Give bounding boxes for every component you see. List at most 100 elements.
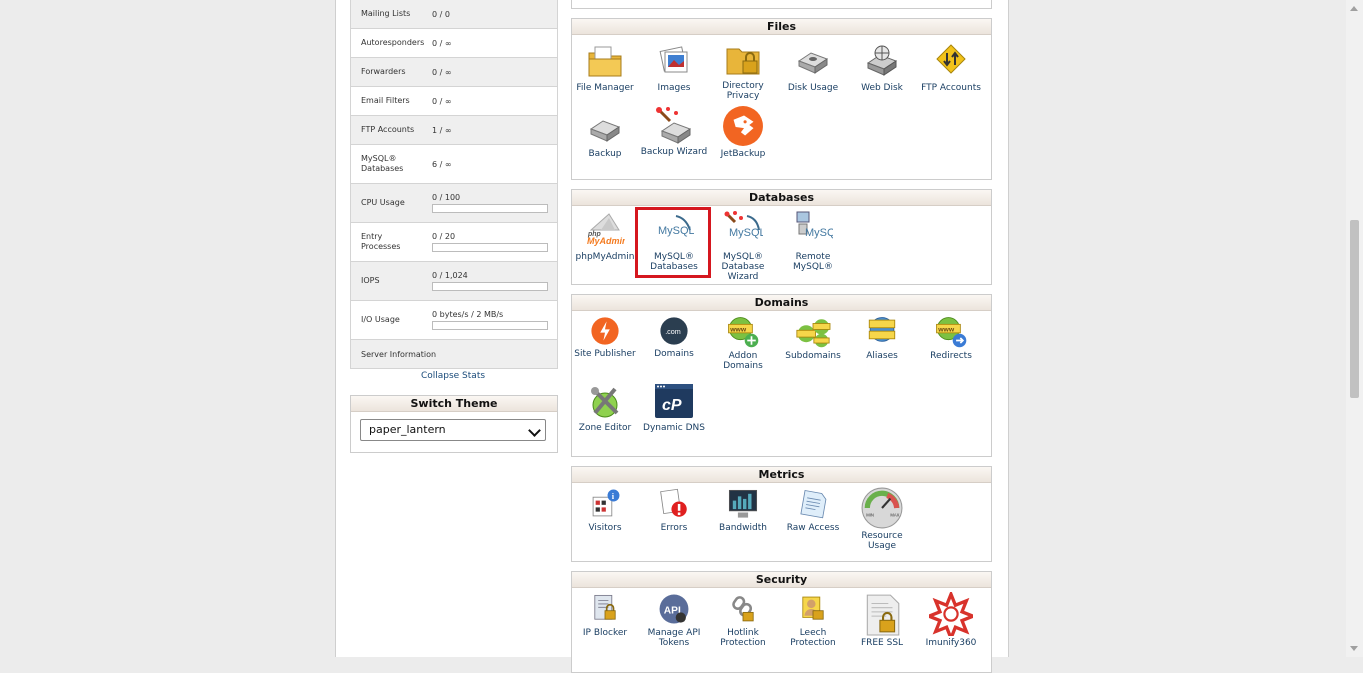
www-text: www (729, 327, 747, 334)
resource-usage-icon: MIN MAX (861, 487, 903, 529)
backup-wizard-link[interactable]: Backup Wizard (639, 105, 709, 157)
stat-label: I/O Usage (361, 315, 400, 324)
imunify360-link[interactable]: Imunify360 (916, 592, 986, 648)
item-label: MySQL® Database Wizard (721, 252, 765, 282)
visitors-link[interactable]: i Visitors (570, 487, 640, 533)
zone-editor-link[interactable]: Zone Editor (570, 381, 640, 433)
com-text: .com (665, 327, 681, 336)
item-label: Zone Editor (578, 423, 632, 433)
stat-label: CPU Usage (361, 198, 405, 207)
item-label: Hotlink Protection (720, 628, 766, 648)
item-label: Site Publisher (574, 349, 636, 359)
item-label: File Manager (576, 83, 634, 93)
web-disk-link[interactable]: Web Disk (847, 41, 917, 93)
aliases-link[interactable]: Aliases (847, 315, 917, 361)
stat-value-wrap: 0 / 100 (432, 193, 557, 213)
raw-access-icon (800, 490, 827, 519)
stats-panel: Mailing Lists 0 / 0 Autoresponders 0 / ∞… (350, 0, 558, 369)
previous-section-fragment (571, 0, 992, 9)
stat-row-mailing-lists: Mailing Lists 0 / 0 (351, 0, 557, 29)
stat-label: Email Filters (361, 96, 410, 105)
item-label: Redirects (930, 351, 972, 361)
redirects-link[interactable]: www Redirects (916, 315, 986, 361)
item-label: Dynamic DNS (643, 423, 705, 433)
page-scrollbar[interactable] (1346, 0, 1363, 657)
scroll-thumb[interactable] (1350, 220, 1359, 398)
stat-row-email-filters: Email Filters 0 / ∞ (351, 87, 557, 116)
item-label: Bandwidth (719, 523, 767, 533)
switch-theme-title: Switch Theme (351, 396, 557, 412)
mysql-text: MySQL (805, 227, 833, 239)
item-label: phpMyAdmin (575, 252, 635, 262)
backup-link[interactable]: Backup (570, 107, 640, 159)
stat-row-forwarders: Forwarders 0 / ∞ (351, 58, 557, 87)
directory-privacy-icon (726, 48, 760, 75)
mysql-database-wizard-link[interactable]: MySQL MySQL® Database Wizard (708, 210, 778, 282)
remote-mysql-icon: MySQL (796, 211, 833, 239)
free-ssl-link[interactable]: FREE SSL (847, 592, 917, 648)
aliases-icon (868, 317, 896, 342)
ip-blocker-icon (594, 594, 616, 620)
item-label: Images (657, 83, 691, 93)
remote-mysql-link[interactable]: MySQL Remote MySQL® (778, 210, 848, 272)
stat-value: 0 / ∞ (432, 96, 452, 106)
domains-link[interactable]: .com Domains (639, 315, 709, 359)
api-tokens-icon: API (659, 594, 689, 624)
item-label: Resource Usage (861, 531, 903, 551)
server-information-link[interactable]: Server Information (351, 340, 557, 368)
item-label: JetBackup (720, 149, 766, 159)
stat-value-wrap: 0 / 1,024 (432, 271, 557, 291)
mysql-databases-highlight (635, 207, 711, 278)
stat-value-wrap: 0 bytes/s / 2 MB/s (432, 310, 557, 330)
manage-api-tokens-link[interactable]: API Manage API Tokens (639, 592, 709, 648)
subdomains-link[interactable]: Subdomains (778, 315, 848, 361)
metrics-section: Metrics i Visitors Errors Bandwidth Raw … (571, 466, 992, 562)
resource-usage-link[interactable]: MIN MAX Resource Usage (847, 487, 917, 551)
collapse-stats-link[interactable]: Collapse Stats (350, 371, 556, 381)
hotlink-protection-link[interactable]: Hotlink Protection (708, 592, 778, 648)
stat-value: 0 bytes/s / 2 MB/s (432, 310, 504, 319)
addon-domains-link[interactable]: www Addon Domains (708, 315, 778, 371)
errors-icon (660, 488, 687, 517)
stat-label: FTP Accounts (361, 125, 415, 134)
web-disk-icon (866, 45, 898, 76)
disk-usage-icon (797, 52, 829, 74)
stat-label: Autoresponders (361, 38, 425, 47)
www-text: www (937, 327, 955, 334)
scroll-up-arrow[interactable] (1350, 6, 1358, 11)
stat-label: Entry Processes (361, 232, 401, 251)
images-icon (659, 46, 688, 73)
item-label: Visitors (588, 523, 622, 533)
file-manager-link[interactable]: File Manager (570, 41, 640, 93)
directory-privacy-link[interactable]: Directory Privacy (708, 39, 778, 101)
phpmyadmin-link[interactable]: php MyAdmin phpMyAdmin (570, 210, 640, 262)
leech-protection-link[interactable]: Leech Protection (778, 592, 848, 648)
dynamic-dns-link[interactable]: cP Dynamic DNS (639, 381, 709, 433)
stat-row-ftp-accounts: FTP Accounts 1 / ∞ (351, 116, 557, 145)
scroll-down-arrow[interactable] (1350, 646, 1358, 651)
ftp-accounts-link[interactable]: FTP Accounts (916, 41, 986, 93)
images-link[interactable]: Images (639, 41, 709, 93)
security-section: Security IP Blocker API Manage API Token… (571, 571, 992, 673)
subdomains-icon (796, 319, 831, 348)
item-label: Addon Domains (723, 351, 763, 371)
item-label: IP Blocker (582, 628, 628, 638)
backup-icon (589, 120, 621, 142)
stat-label: Forwarders (361, 67, 406, 76)
theme-select[interactable]: paper_lantern (360, 419, 546, 441)
item-label: Errors (660, 523, 688, 533)
usage-bar (432, 243, 548, 252)
site-publisher-link[interactable]: Site Publisher (570, 315, 640, 359)
cp-text: cP (662, 397, 682, 414)
disk-usage-link[interactable]: Disk Usage (778, 41, 848, 93)
raw-access-link[interactable]: Raw Access (778, 487, 848, 533)
errors-link[interactable]: Errors (639, 487, 709, 533)
jetbackup-link[interactable]: JetBackup (708, 105, 778, 159)
bandwidth-link[interactable]: Bandwidth (708, 487, 778, 533)
stat-row-io-usage: I/O Usage 0 bytes/s / 2 MB/s (351, 301, 557, 340)
stat-label: Mailing Lists (361, 9, 411, 18)
bandwidth-icon (728, 489, 758, 518)
backup-wizard-icon (656, 107, 692, 144)
stat-row-iops: IOPS 0 / 1,024 (351, 262, 557, 301)
ip-blocker-link[interactable]: IP Blocker (570, 592, 640, 638)
